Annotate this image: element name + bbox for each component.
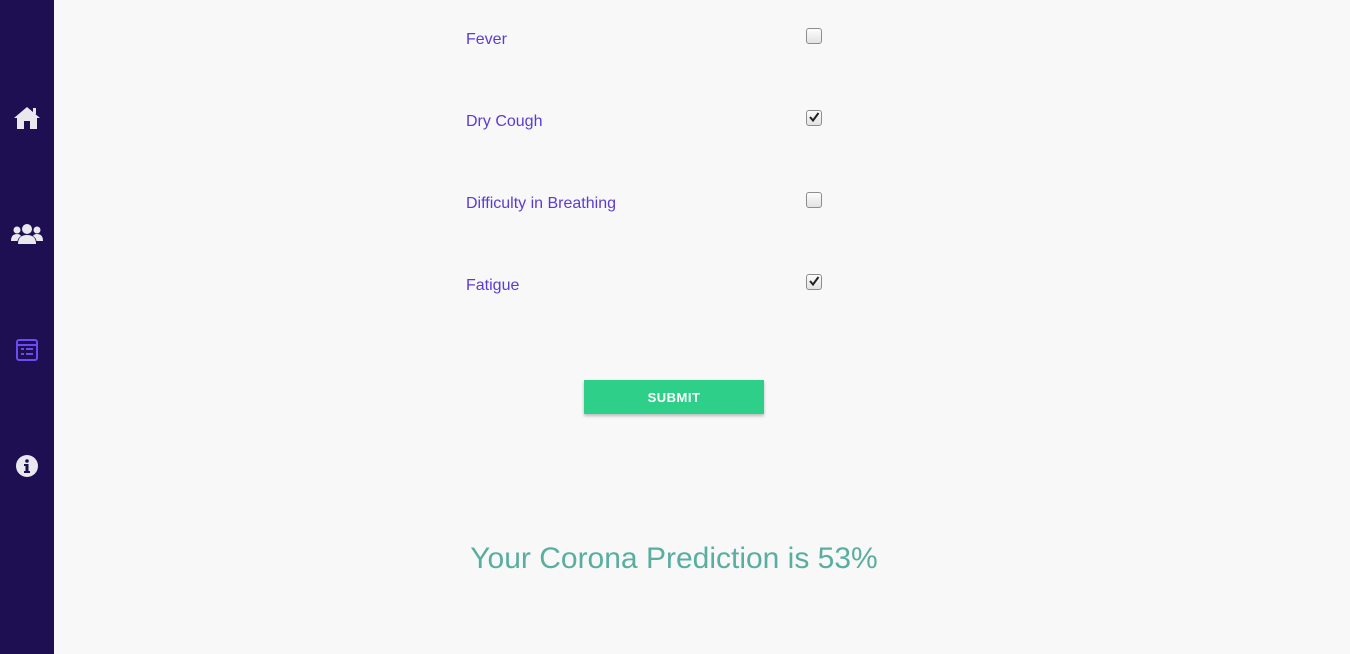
- submit-button[interactable]: SUBMIT: [584, 380, 764, 414]
- symptom-label: Fatigue: [466, 277, 520, 294]
- symptom-label: Dry Cough: [466, 113, 543, 130]
- nav-form[interactable]: [0, 330, 54, 370]
- nav-home[interactable]: [0, 98, 54, 138]
- form-icon: [15, 338, 39, 362]
- checkmark-icon: [809, 112, 820, 123]
- users-icon: [11, 222, 43, 246]
- home-icon: [13, 105, 41, 131]
- sidebar: [0, 0, 54, 654]
- checkmark-icon: [809, 276, 820, 287]
- prediction-result: Your Corona Prediction is 53%: [470, 542, 878, 575]
- symptom-label: Difficulty in Breathing: [466, 195, 616, 212]
- dry-cough-checkbox[interactable]: [806, 110, 822, 126]
- main-content: Fever Dry Cough Difficulty in Breathing …: [54, 0, 1350, 654]
- fever-checkbox[interactable]: [806, 28, 822, 44]
- symptom-row-dry-cough: Dry Cough: [466, 110, 826, 134]
- nav-users[interactable]: [0, 214, 54, 254]
- difficulty-breathing-checkbox[interactable]: [806, 192, 822, 208]
- nav-info[interactable]: [0, 446, 54, 486]
- symptom-row-fatigue: Fatigue: [466, 274, 826, 298]
- symptom-row-difficulty-breathing: Difficulty in Breathing: [466, 192, 826, 216]
- info-icon: [15, 454, 39, 478]
- symptom-row-fever: Fever: [466, 28, 826, 52]
- fatigue-checkbox[interactable]: [806, 274, 822, 290]
- symptom-label: Fever: [466, 31, 507, 48]
